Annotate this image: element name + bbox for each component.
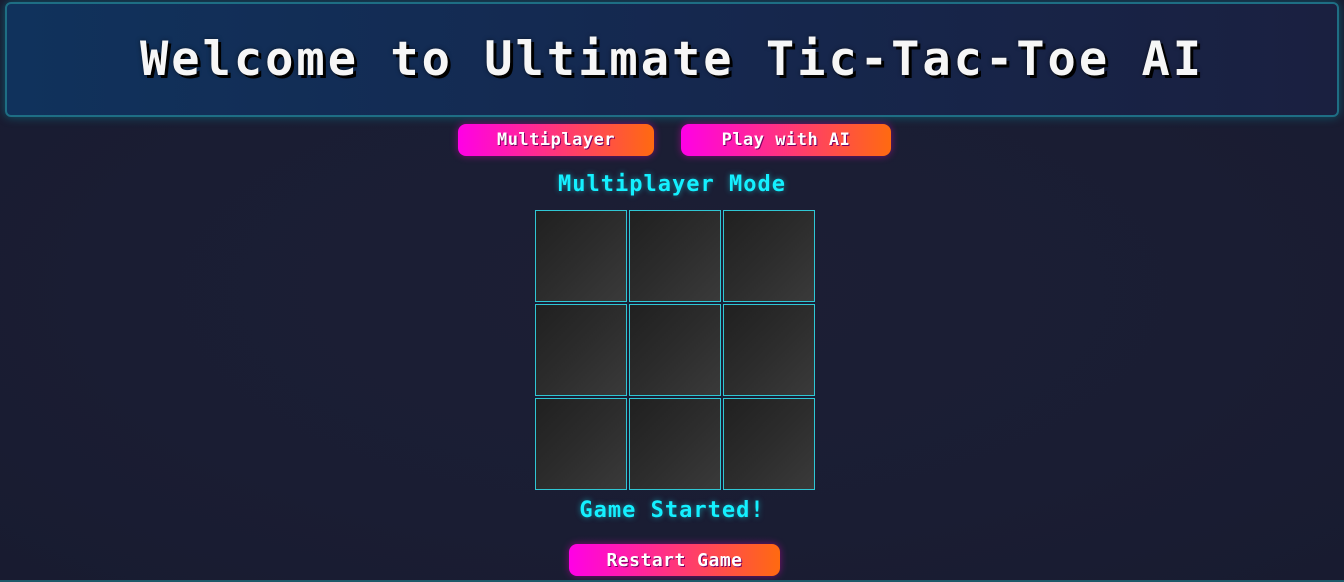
page-header: Welcome to Ultimate Tic-Tac-Toe AI [5, 2, 1339, 117]
multiplayer-button[interactable]: Multiplayer [458, 124, 654, 156]
board-cell-3[interactable] [535, 304, 627, 396]
mode-title: Multiplayer Mode [558, 172, 786, 197]
page-title: Welcome to Ultimate Tic-Tac-Toe AI [139, 32, 1205, 87]
game-board [535, 210, 816, 492]
mode-selector: Multiplayer Play with AI [0, 124, 1344, 156]
board-cell-1[interactable] [629, 210, 721, 302]
board-cell-5[interactable] [723, 304, 815, 396]
board-cell-8[interactable] [723, 398, 815, 490]
board-cell-7[interactable] [629, 398, 721, 490]
restart-game-button[interactable]: Restart Game [569, 544, 780, 576]
board-cell-4[interactable] [629, 304, 721, 396]
play-with-ai-button[interactable]: Play with AI [681, 124, 891, 156]
board-cell-0[interactable] [535, 210, 627, 302]
board-cell-6[interactable] [535, 398, 627, 490]
board-cell-2[interactable] [723, 210, 815, 302]
game-status: Game Started! [579, 498, 765, 523]
